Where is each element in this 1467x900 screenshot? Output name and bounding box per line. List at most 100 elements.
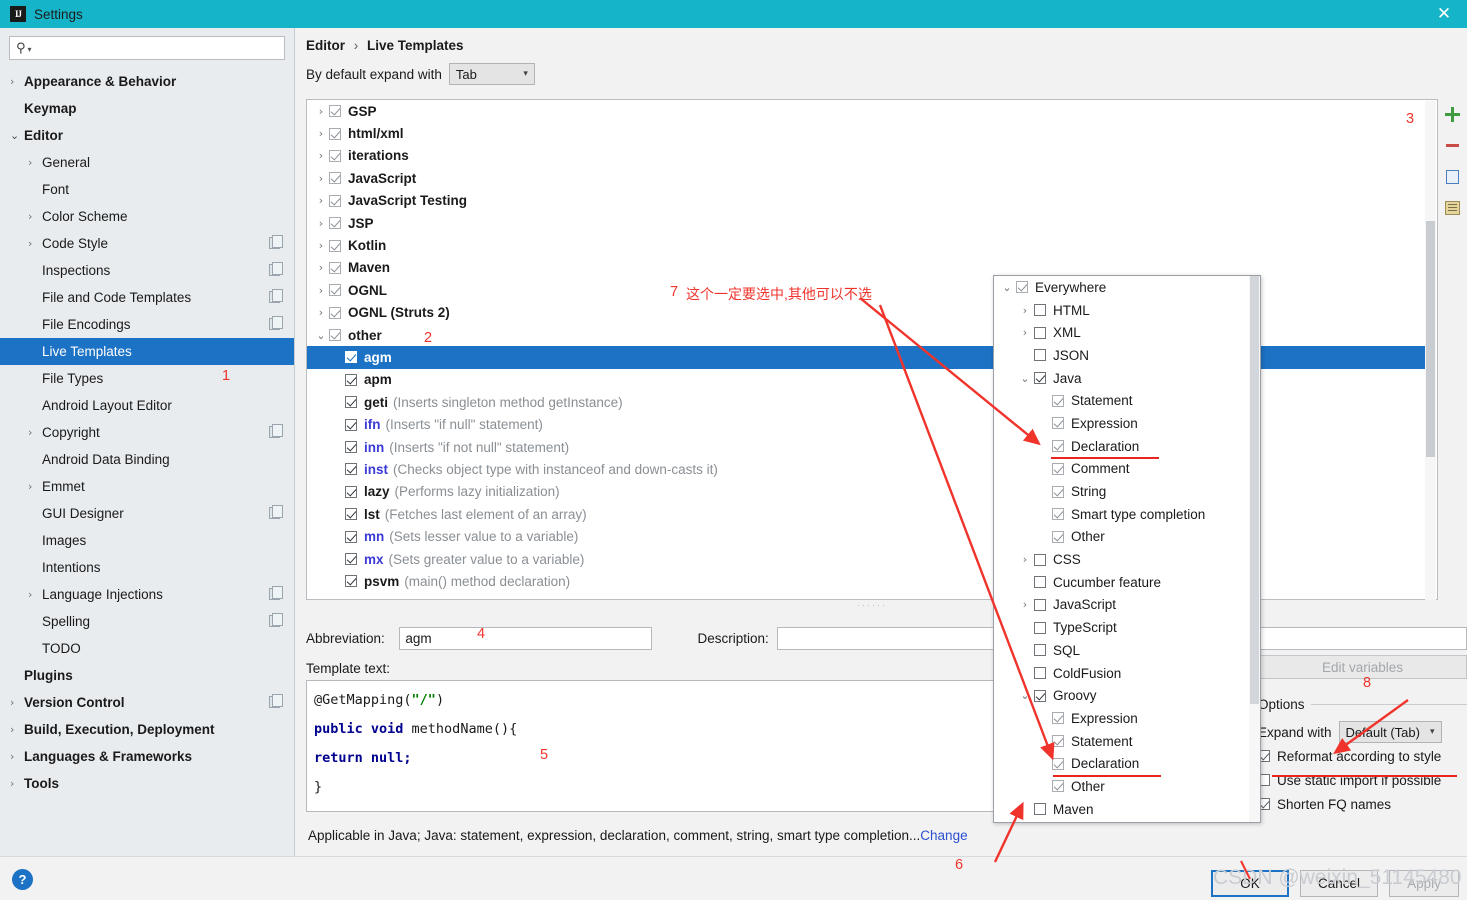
context-row[interactable]: Smart type completion [994, 503, 1250, 526]
add-template-button[interactable] [1438, 99, 1467, 130]
sidebar-item-plugins[interactable]: Plugins [0, 662, 294, 689]
context-row[interactable]: Comment [994, 458, 1250, 481]
chevron-right-icon[interactable]: › [28, 237, 42, 250]
expand-with-option-select[interactable]: Default (Tab) ▾ [1338, 721, 1442, 743]
template-checkbox[interactable] [345, 373, 357, 386]
sidebar-item-intentions[interactable]: Intentions [0, 554, 294, 581]
chevron-right-icon[interactable]: › [10, 723, 24, 736]
context-row[interactable]: ColdFusion [994, 662, 1250, 685]
change-context-link[interactable]: Change [920, 828, 967, 843]
option-reformat-according-to-style[interactable]: Reformat according to style [1258, 744, 1467, 768]
context-checkbox[interactable] [1034, 644, 1046, 657]
sidebar-item-build-execution-deployment[interactable]: › Build, Execution, Deployment [0, 716, 294, 743]
chevron-right-icon[interactable]: › [28, 210, 42, 223]
sidebar-item-inspections[interactable]: Inspections [0, 257, 294, 284]
sidebar-item-gui-designer[interactable]: GUI Designer [0, 500, 294, 527]
template-checkbox[interactable] [329, 194, 341, 207]
context-row[interactable]: ⌄ Java [994, 367, 1250, 390]
template-row[interactable]: › Kotlin [307, 234, 1426, 256]
sidebar-item-editor[interactable]: ⌄ Editor [0, 122, 294, 149]
context-checkbox[interactable] [1034, 553, 1046, 566]
context-checkbox[interactable] [1034, 803, 1046, 816]
copy-settings-icon[interactable] [269, 262, 283, 276]
template-checkbox[interactable] [329, 172, 341, 185]
template-row[interactable]: › GSP [307, 100, 1426, 122]
chevron-right-icon[interactable]: › [313, 261, 329, 274]
template-checkbox[interactable] [329, 284, 341, 297]
context-row[interactable]: ⌄ Everywhere [994, 276, 1250, 299]
context-checkbox[interactable] [1016, 281, 1028, 294]
chevron-right-icon[interactable]: › [28, 156, 42, 169]
context-row[interactable]: Declaration [994, 435, 1250, 458]
context-row[interactable]: TypeScript [994, 616, 1250, 639]
context-checkbox[interactable] [1052, 712, 1064, 725]
sidebar-item-keymap[interactable]: Keymap [0, 95, 294, 122]
panel-splitter[interactable]: ······ [306, 600, 1438, 610]
template-checkbox[interactable] [329, 261, 341, 274]
chevron-right-icon[interactable]: › [10, 696, 24, 709]
context-row[interactable]: Cucumber feature [994, 571, 1250, 594]
template-checkbox[interactable] [345, 441, 357, 454]
context-row[interactable]: String [994, 480, 1250, 503]
context-row[interactable]: Statement [994, 389, 1250, 412]
chevron-right-icon[interactable]: › [10, 75, 24, 88]
expand-with-select[interactable]: Tab ▾ [448, 63, 535, 85]
chevron-right-icon[interactable]: › [1016, 326, 1034, 339]
chevron-down-icon[interactable]: ⌄ [313, 329, 329, 342]
popup-vertical-scrollbar[interactable] [1249, 276, 1260, 822]
chevron-right-icon[interactable]: › [313, 239, 329, 252]
sidebar-item-color-scheme[interactable]: › Color Scheme [0, 203, 294, 230]
context-row[interactable]: Other [994, 775, 1250, 798]
context-row[interactable]: JSON [994, 344, 1250, 367]
template-checkbox[interactable] [329, 217, 341, 230]
apply-button[interactable]: Apply [1389, 870, 1459, 897]
option-shorten-fq-names[interactable]: Shorten FQ names [1258, 792, 1467, 816]
copy-settings-icon[interactable] [269, 316, 283, 330]
context-checkbox[interactable] [1034, 621, 1046, 634]
chevron-right-icon[interactable]: › [28, 588, 42, 601]
template-checkbox[interactable] [329, 105, 341, 118]
chevron-down-icon[interactable]: ⌄ [1016, 372, 1034, 385]
breadcrumb-parent[interactable]: Editor [306, 38, 345, 53]
chevron-down-icon[interactable]: ⌄ [1016, 689, 1034, 702]
duplicate-template-button[interactable] [1438, 192, 1467, 223]
chevron-right-icon[interactable]: › [1016, 304, 1034, 317]
chevron-right-icon[interactable]: › [313, 217, 329, 230]
context-checkbox[interactable] [1034, 598, 1046, 611]
sidebar-item-emmet[interactable]: › Emmet [0, 473, 294, 500]
template-checkbox[interactable] [329, 306, 341, 319]
context-checkbox[interactable] [1034, 667, 1046, 680]
chevron-right-icon[interactable]: › [10, 750, 24, 763]
template-checkbox[interactable] [345, 485, 357, 498]
template-checkbox[interactable] [345, 530, 357, 543]
context-row[interactable]: Declaration [994, 752, 1250, 775]
copy-settings-icon[interactable] [269, 505, 283, 519]
sidebar-item-general[interactable]: › General [0, 149, 294, 176]
option-use-static-import-if-possible[interactable]: Use static import if possible [1258, 768, 1467, 792]
chevron-right-icon[interactable]: › [313, 306, 329, 319]
sidebar-item-file-types[interactable]: File Types [0, 365, 294, 392]
chevron-right-icon[interactable]: › [28, 480, 42, 493]
template-checkbox[interactable] [329, 127, 341, 140]
search-input[interactable] [31, 38, 284, 58]
template-checkbox[interactable] [345, 553, 357, 565]
template-checkbox[interactable] [345, 396, 357, 409]
context-checkbox[interactable] [1052, 485, 1064, 498]
context-checkbox[interactable] [1052, 394, 1064, 407]
sidebar-item-spelling[interactable]: Spelling [0, 608, 294, 635]
copy-settings-icon[interactable] [269, 424, 283, 438]
template-checkbox[interactable] [345, 463, 357, 476]
context-checkbox[interactable] [1034, 326, 1046, 339]
template-checkbox[interactable] [329, 239, 341, 252]
sidebar-item-file-and-code-templates[interactable]: File and Code Templates [0, 284, 294, 311]
template-checkbox[interactable] [329, 329, 341, 342]
sidebar-item-copyright[interactable]: › Copyright [0, 419, 294, 446]
context-checkbox[interactable] [1052, 440, 1064, 453]
template-row[interactable]: › JavaScript Testing [307, 190, 1426, 212]
context-checkbox[interactable] [1052, 508, 1064, 521]
scrollbar-thumb[interactable] [1250, 276, 1259, 704]
abbreviation-input[interactable]: agm [399, 626, 652, 650]
context-row[interactable]: ⌄ Groovy [994, 684, 1250, 707]
sidebar-item-font[interactable]: Font [0, 176, 294, 203]
chevron-right-icon[interactable]: › [313, 105, 329, 118]
